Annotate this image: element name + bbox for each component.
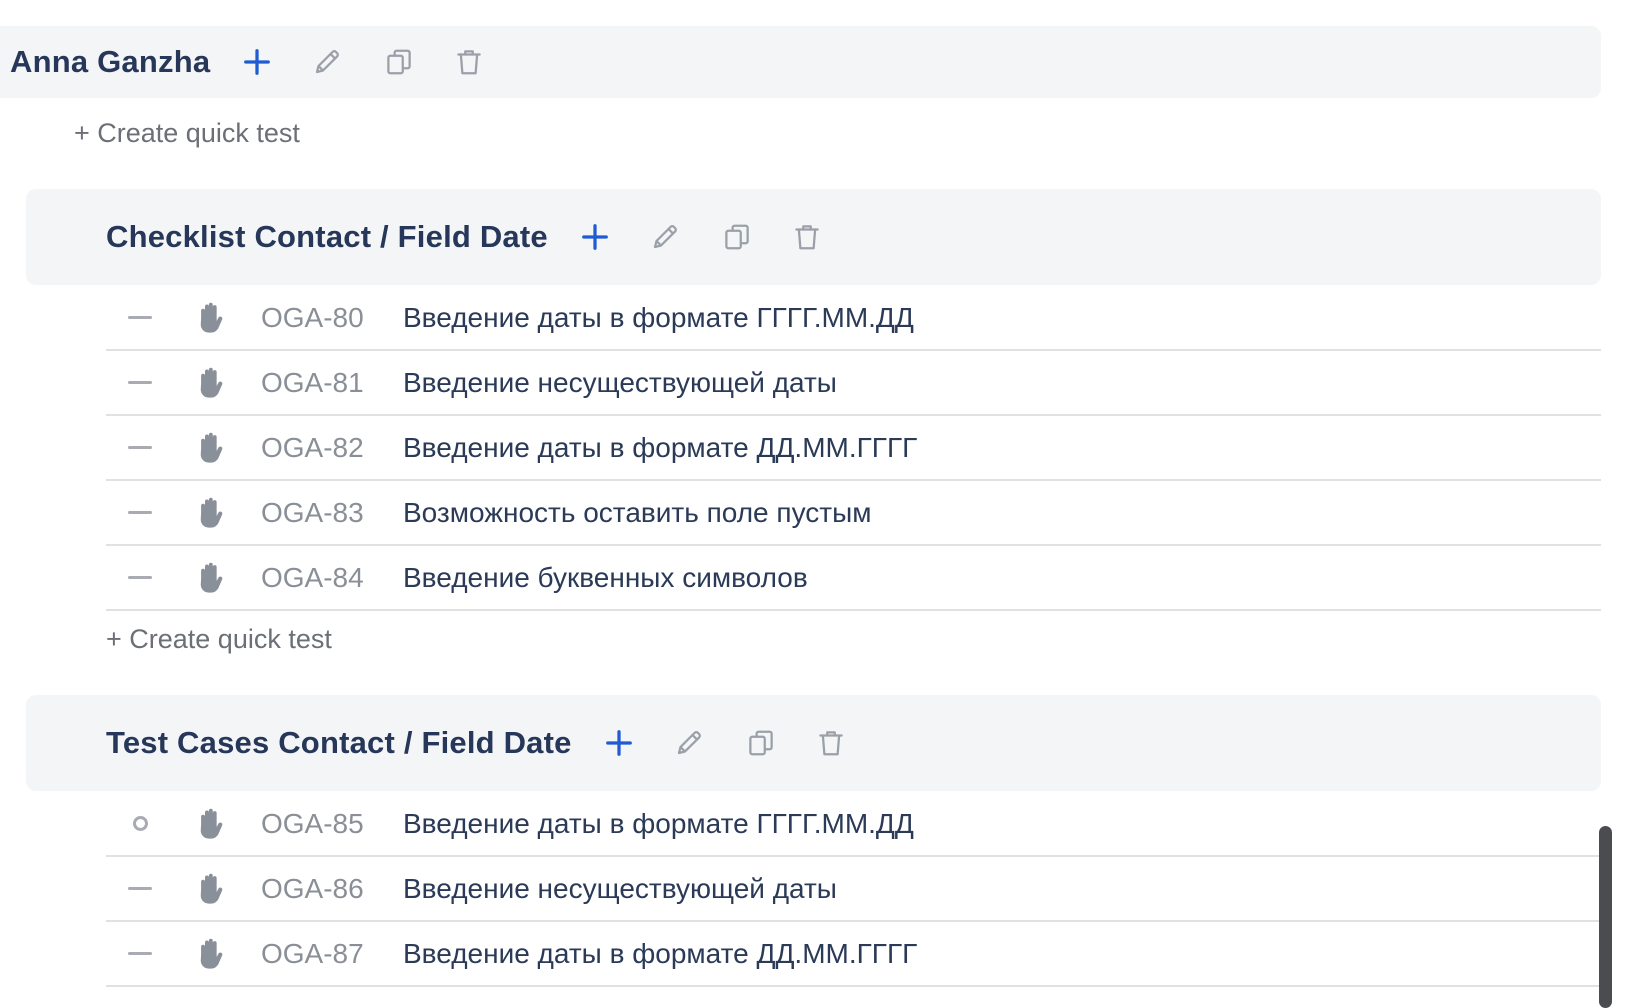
add-button[interactable]: [599, 723, 639, 763]
plus-icon: [580, 222, 610, 252]
vertical-scrollbar-thumb[interactable]: [1599, 826, 1612, 1008]
case-title[interactable]: Введение даты в формате ДД.ММ.ГГГГ: [403, 432, 917, 464]
delete-button[interactable]: [449, 42, 489, 82]
create-quick-test-link[interactable]: + Create quick test: [106, 624, 332, 655]
folder-header-checklist: Checklist Contact / Field Date: [26, 189, 1601, 285]
copy-icon: [384, 47, 414, 77]
trash-icon: [816, 728, 846, 758]
case-list-checklist: OGA-80 Введение даты в формате ГГГГ.ММ.Д…: [106, 286, 1601, 611]
table-row[interactable]: OGA-86 Введение несуществующей даты: [106, 857, 1601, 922]
copy-icon: [722, 222, 752, 252]
create-quick-test-link[interactable]: + Create quick test: [74, 118, 300, 149]
case-title[interactable]: Введение даты в формате ГГГГ.ММ.ДД: [403, 808, 914, 840]
case-title[interactable]: Введение даты в формате ГГГГ.ММ.ДД: [403, 302, 914, 334]
case-key[interactable]: OGA-82: [261, 432, 364, 464]
table-row[interactable]: OGA-81 Введение несуществующей даты: [106, 351, 1601, 416]
case-key[interactable]: OGA-84: [261, 562, 364, 594]
copy-icon: [746, 728, 776, 758]
copy-button[interactable]: [379, 42, 419, 82]
table-row[interactable]: OGA-82 Введение даты в формате ДД.ММ.ГГГ…: [106, 416, 1601, 481]
case-title[interactable]: Введение несуществующей даты: [403, 367, 837, 399]
folder-header-anna-ganzha: Anna Ganzha: [0, 26, 1601, 98]
add-button[interactable]: [237, 42, 277, 82]
hand-icon: [194, 872, 224, 906]
status-indicator: [128, 812, 152, 836]
table-row[interactable]: OGA-84 Введение буквенных символов: [106, 546, 1601, 611]
pencil-icon: [650, 222, 680, 252]
hand-icon: [194, 807, 224, 841]
status-indicator: [128, 371, 152, 395]
hand-icon: [194, 366, 224, 400]
folder-title: Checklist Contact / Field Date: [106, 219, 548, 254]
trash-icon: [454, 47, 484, 77]
status-indicator: [128, 942, 152, 966]
pencil-icon: [312, 47, 342, 77]
folder-title: Test Cases Contact / Field Date: [106, 725, 572, 760]
table-row[interactable]: OGA-80 Введение даты в формате ГГГГ.ММ.Д…: [106, 286, 1601, 351]
status-indicator: [128, 436, 152, 460]
case-key[interactable]: OGA-81: [261, 367, 364, 399]
case-title[interactable]: Введение буквенных символов: [403, 562, 808, 594]
folder-title: Anna Ganzha: [10, 44, 211, 79]
hand-icon: [194, 301, 224, 335]
delete-button[interactable]: [787, 217, 827, 257]
status-indicator: [128, 566, 152, 590]
add-button[interactable]: [575, 217, 615, 257]
delete-button[interactable]: [811, 723, 851, 763]
plus-icon: [604, 728, 634, 758]
edit-button[interactable]: [645, 217, 685, 257]
case-list-test-cases: OGA-85 Введение даты в формате ГГГГ.ММ.Д…: [106, 792, 1601, 987]
hand-icon: [194, 496, 224, 530]
trash-icon: [792, 222, 822, 252]
copy-button[interactable]: [741, 723, 781, 763]
case-title[interactable]: Введение даты в формате ДД.ММ.ГГГГ: [403, 938, 917, 970]
case-title[interactable]: Введение несуществующей даты: [403, 873, 837, 905]
status-indicator: [128, 306, 152, 330]
case-key[interactable]: OGA-87: [261, 938, 364, 970]
folder-header-test-cases: Test Cases Contact / Field Date: [26, 695, 1601, 791]
table-row[interactable]: OGA-83 Возможность оставить поле пустым: [106, 481, 1601, 546]
case-key[interactable]: OGA-86: [261, 873, 364, 905]
hand-icon: [194, 431, 224, 465]
hand-icon: [194, 561, 224, 595]
table-row[interactable]: OGA-85 Введение даты в формате ГГГГ.ММ.Д…: [106, 792, 1601, 857]
status-indicator: [128, 877, 152, 901]
case-key[interactable]: OGA-85: [261, 808, 364, 840]
edit-button[interactable]: [669, 723, 709, 763]
case-key[interactable]: OGA-80: [261, 302, 364, 334]
pencil-icon: [674, 728, 704, 758]
case-key[interactable]: OGA-83: [261, 497, 364, 529]
status-indicator: [128, 501, 152, 525]
hand-icon: [194, 937, 224, 971]
copy-button[interactable]: [717, 217, 757, 257]
plus-icon: [242, 47, 272, 77]
edit-button[interactable]: [307, 42, 347, 82]
table-row[interactable]: OGA-87 Введение даты в формате ДД.ММ.ГГГ…: [106, 922, 1601, 987]
case-title[interactable]: Возможность оставить поле пустым: [403, 497, 871, 529]
